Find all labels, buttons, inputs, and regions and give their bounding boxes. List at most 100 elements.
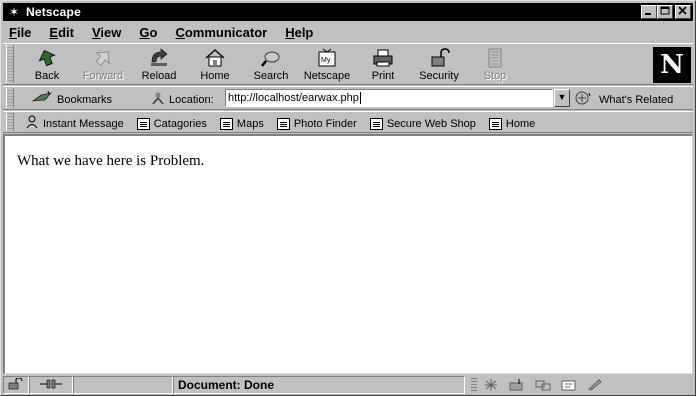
page-content[interactable]: What we have here is Problem. [3, 134, 693, 374]
component-bar [465, 376, 689, 394]
progress-area [73, 376, 173, 394]
url-input[interactable]: http://localhost/earwax.php [225, 89, 553, 107]
page-proxy-icon[interactable] [151, 91, 165, 108]
netscape-label: Netscape [303, 70, 351, 82]
netscape-logo[interactable]: N [653, 47, 691, 83]
personal-toolbar: Instant Message Catagories Maps Photo Fi… [3, 111, 693, 133]
location-label: Location: [169, 93, 214, 106]
menu-bar: File Edit View Go Communicator Help [3, 22, 693, 42]
location-toolbar-grip[interactable] [6, 88, 14, 108]
printer-icon [370, 48, 396, 68]
status-text: Document: Done [178, 378, 274, 392]
bookmark-folder-label: Maps [236, 117, 264, 130]
bookmarks-icon [31, 90, 53, 108]
maximize-button[interactable] [657, 5, 673, 19]
bookmark-folder-icon [488, 117, 502, 130]
bookmark-folder-label: Secure Web Shop [386, 117, 476, 130]
connection-status[interactable] [29, 376, 73, 394]
discussion-groups-icon[interactable] [535, 379, 551, 391]
minimize-icon [645, 13, 651, 15]
instant-message-label: Instant Message [43, 117, 124, 130]
bookmark-folder-icon [369, 117, 383, 130]
search-button[interactable]: Search [247, 45, 295, 85]
home-button[interactable]: Home [191, 45, 239, 85]
print-label: Print [371, 70, 395, 82]
bookmark-folder-icon [276, 117, 290, 130]
text-cursor [359, 92, 361, 105]
netscape-button[interactable]: My Netscape [303, 45, 351, 85]
bookmark-folder-label: Home [505, 117, 536, 130]
svg-text:My: My [321, 57, 331, 64]
personal-toolbar-grip[interactable] [6, 113, 14, 131]
menu-communicator[interactable]: Communicator [173, 25, 269, 40]
minimize-button[interactable] [641, 5, 657, 19]
forward-label: Forward [82, 70, 124, 82]
netscape-app-icon[interactable]: ✶ [6, 5, 22, 19]
forward-arrow-icon [90, 48, 116, 68]
reload-icon [146, 48, 172, 68]
bookmark-folder-home[interactable]: Home [488, 117, 536, 130]
maximize-icon [660, 6, 670, 15]
reload-label: Reload [141, 70, 177, 82]
location-toolbar: Bookmarks Location: http://localhost/ear… [3, 86, 693, 110]
instant-message-button[interactable]: Instant Message [25, 115, 124, 132]
bookmark-folder-maps[interactable]: Maps [219, 117, 264, 130]
window-title: Netscape [26, 5, 81, 19]
navigator-icon[interactable] [483, 379, 499, 391]
bookmark-folder-catagories[interactable]: Catagories [136, 117, 207, 130]
bookmarks-button[interactable]: Bookmarks [31, 90, 113, 108]
my-netscape-icon: My [314, 48, 340, 68]
home-label: Home [200, 70, 230, 82]
stop-label: Stop [483, 70, 507, 82]
menu-help[interactable]: Help [283, 25, 315, 40]
back-arrow-icon [34, 48, 60, 68]
bookmark-folder-label: Catagories [153, 117, 207, 130]
status-message: Document: Done [173, 376, 465, 394]
search-label: Search [253, 70, 289, 82]
forward-button[interactable]: Forward [79, 45, 127, 85]
page-body-text: What we have here is Problem. [17, 153, 205, 169]
title-bar[interactable]: ✶ Netscape [3, 3, 693, 21]
bookmark-folder-icon [136, 117, 150, 130]
menu-view[interactable]: View [90, 25, 123, 40]
composer-icon[interactable] [561, 379, 577, 391]
mailbox-icon[interactable] [509, 379, 525, 391]
menu-go[interactable]: Go [137, 25, 159, 40]
close-icon [678, 6, 687, 15]
bookmark-folder-secure-web-shop[interactable]: Secure Web Shop [369, 117, 476, 130]
status-bar: Document: Done [3, 375, 693, 395]
plug-icon [40, 379, 62, 392]
menu-file[interactable]: File [7, 25, 33, 40]
close-button[interactable] [675, 5, 691, 19]
pen-icon[interactable] [587, 379, 603, 391]
bookmarks-label: Bookmarks [57, 93, 113, 106]
stop-button[interactable]: Stop [471, 45, 519, 85]
browser-window: ✶ Netscape File Edit View Go Communicato… [0, 0, 696, 396]
url-text: http://localhost/earwax.php [228, 92, 359, 104]
whats-related-icon [575, 91, 595, 108]
whats-related-label: What's Related [599, 93, 674, 106]
print-button[interactable]: Print [359, 45, 407, 85]
bookmark-folder-icon [219, 117, 233, 130]
home-icon [202, 48, 228, 68]
padlock-icon [426, 48, 452, 68]
security-button[interactable]: Security [415, 45, 463, 85]
instant-message-icon [25, 115, 39, 132]
back-label: Back [34, 70, 60, 82]
padlock-open-icon [8, 376, 24, 393]
window-controls [641, 5, 691, 19]
bookmark-folder-label: Photo Finder [293, 117, 357, 130]
menu-edit[interactable]: Edit [47, 25, 76, 40]
back-button[interactable]: Back [23, 45, 71, 85]
chevron-down-icon: ▼ [557, 92, 567, 102]
reload-button[interactable]: Reload [135, 45, 183, 85]
navigation-toolbar: Back Forward Reload Home Search My Netsc… [3, 43, 693, 85]
whats-related-button[interactable]: What's Related [575, 91, 673, 108]
bookmark-folder-photo-finder[interactable]: Photo Finder [276, 117, 357, 130]
security-label: Security [419, 70, 459, 82]
stop-icon [482, 48, 508, 68]
toolbar-grip[interactable] [6, 45, 14, 83]
url-history-dropdown[interactable]: ▼ [554, 89, 570, 107]
search-icon [258, 48, 284, 68]
security-status[interactable] [3, 376, 29, 394]
